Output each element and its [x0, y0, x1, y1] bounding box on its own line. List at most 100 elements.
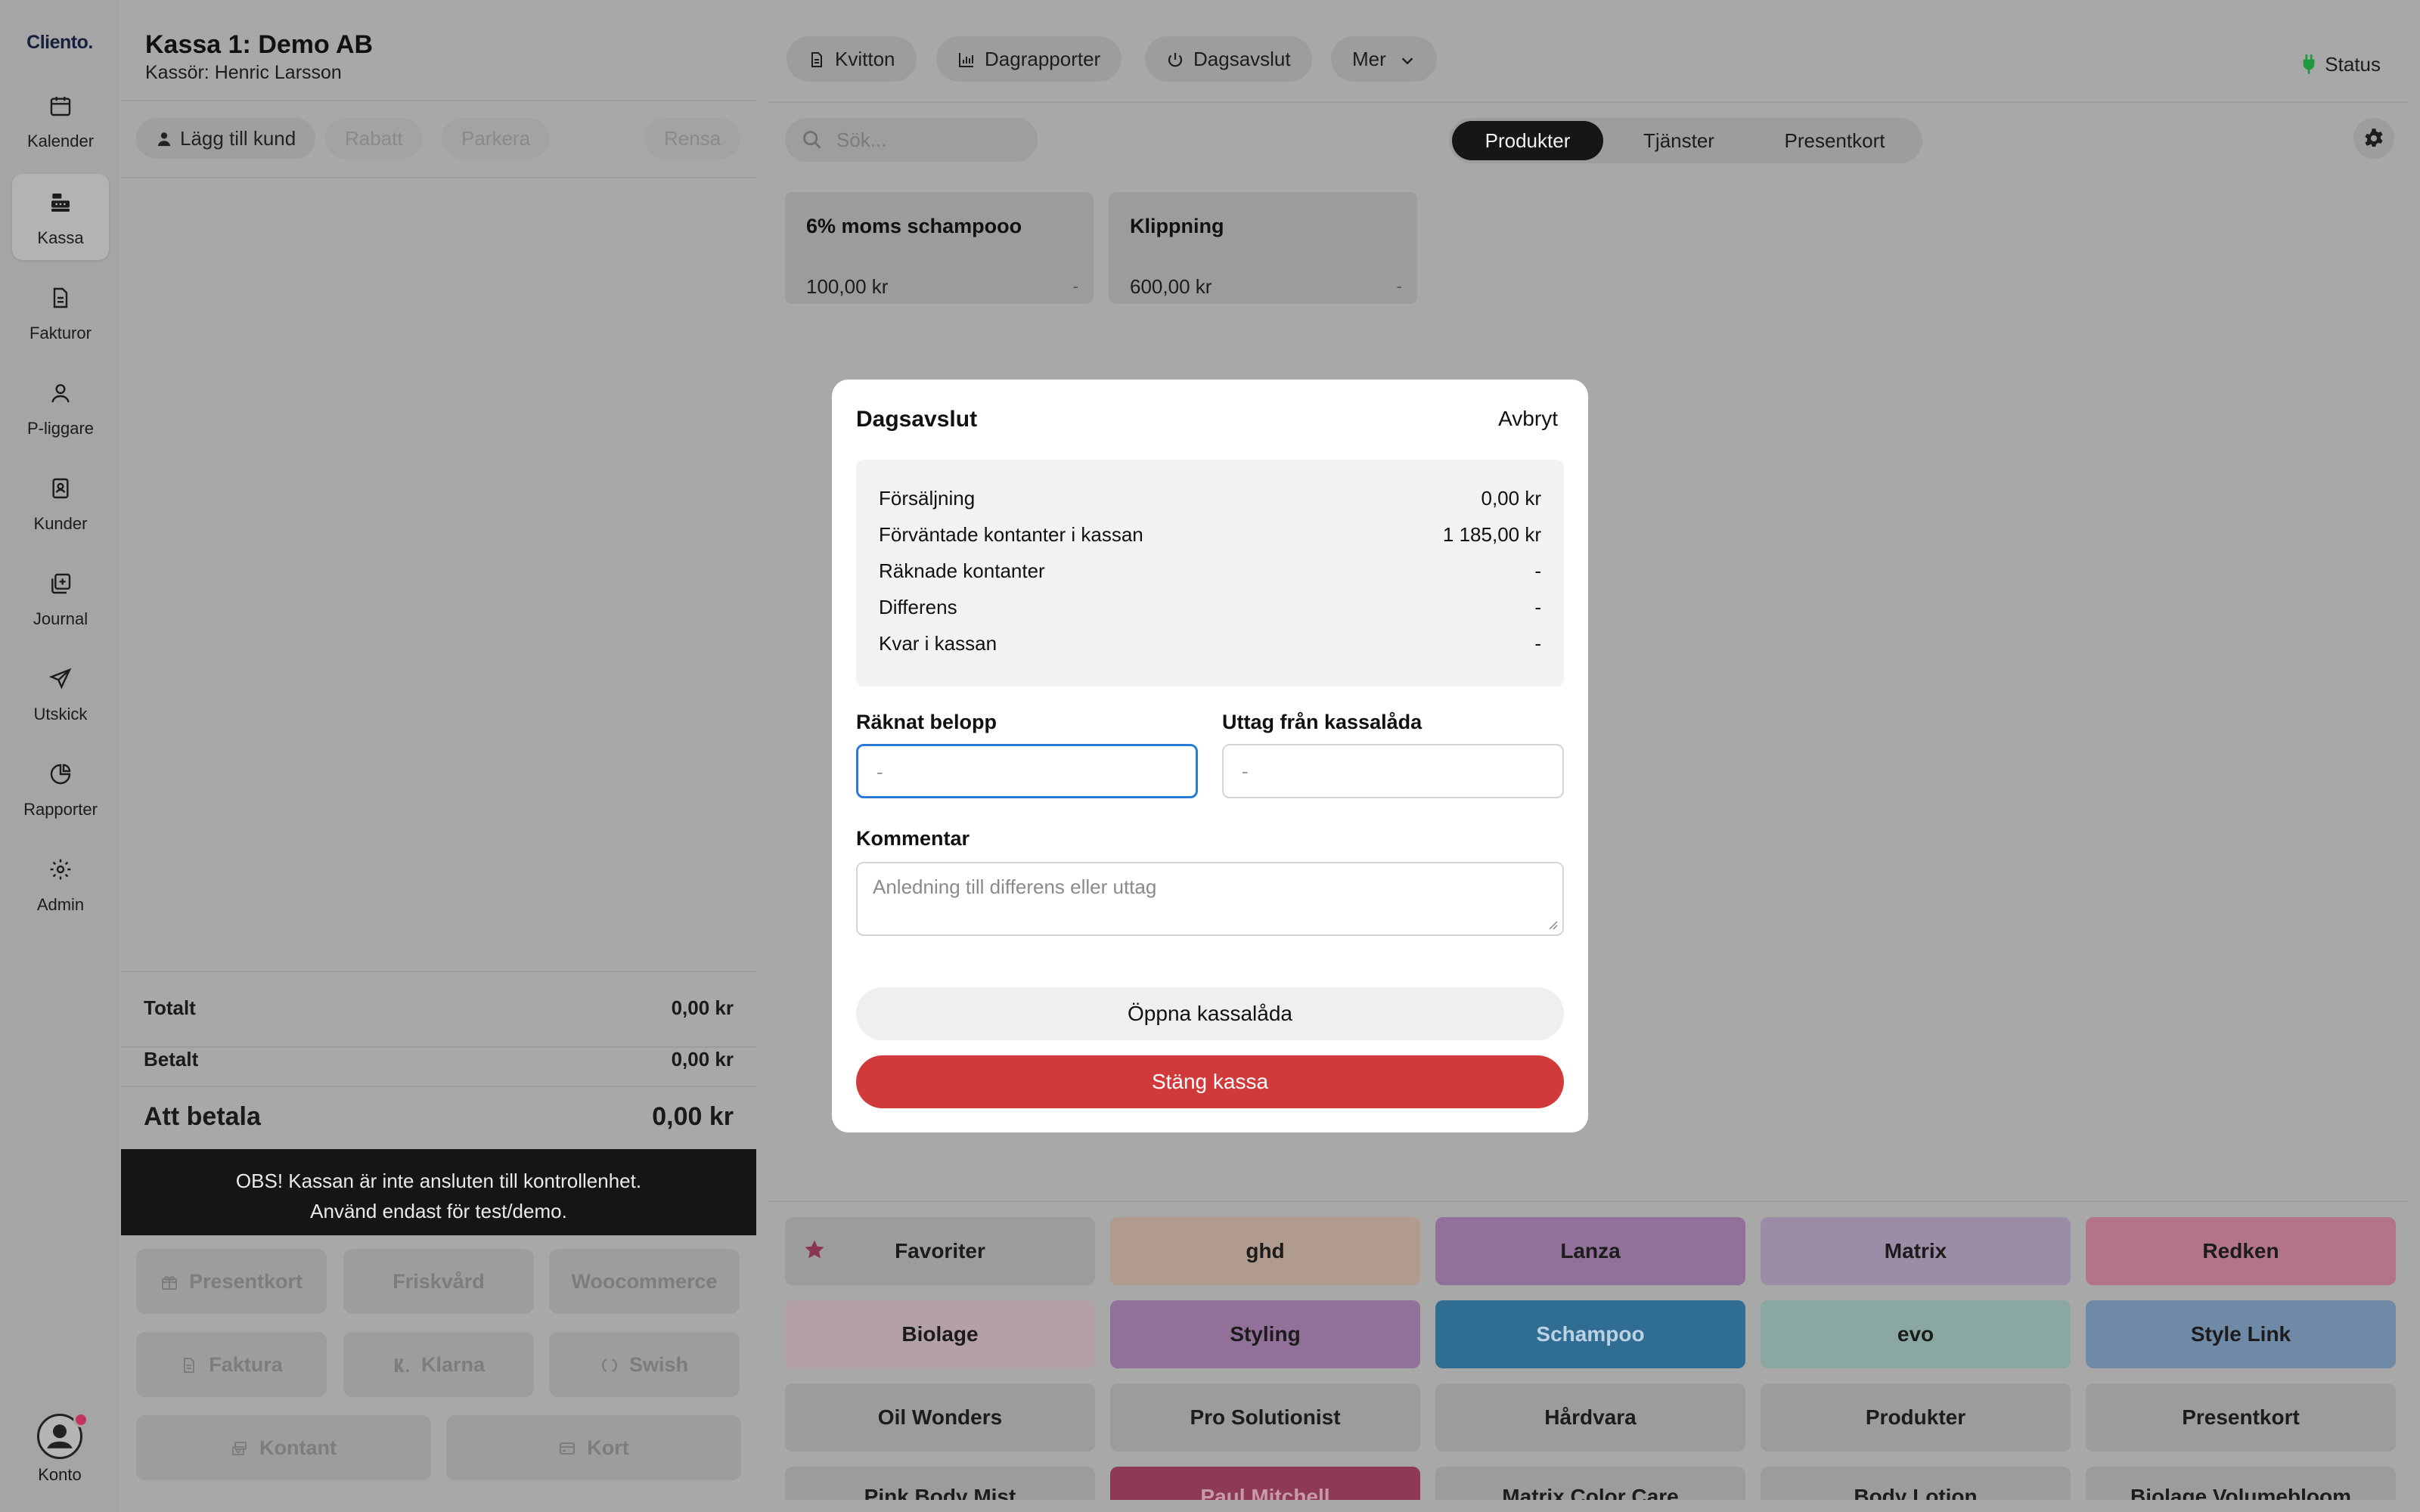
resize-handle-icon[interactable] [1547, 919, 1558, 930]
sidebar-item-fakturor[interactable]: Fakturor [12, 269, 109, 355]
category-lanza[interactable]: Lanza [1435, 1217, 1745, 1285]
product-card[interactable]: 6% moms schampooo 100,00 kr - [785, 192, 1094, 304]
sidebar-item-p-liggare[interactable]: P-liggare [12, 364, 109, 451]
category-redken[interactable]: Redken [2086, 1217, 2396, 1285]
gear-icon [2365, 129, 2383, 147]
sidebar-item-label: Kassa [37, 228, 84, 247]
divider [121, 177, 756, 178]
summary-label: Differens [879, 596, 957, 618]
clear-button[interactable]: Rensa [644, 118, 741, 159]
category-hardvara[interactable]: Hårdvara [1435, 1383, 1745, 1452]
category-oil-wonders[interactable]: Oil Wonders [785, 1383, 1095, 1452]
day-reports-button[interactable]: Dagrapporter [936, 36, 1122, 82]
close-register-button[interactable]: Stäng kassa [856, 1055, 1564, 1108]
add-customer-button[interactable]: Lägg till kund [136, 118, 316, 159]
sidebar-item-journal[interactable]: Journal [12, 555, 109, 641]
woocommerce-payment-button[interactable]: Woocommerce [549, 1249, 740, 1314]
park-button[interactable]: Parkera [442, 118, 551, 159]
document-icon [184, 1358, 195, 1373]
pie-chart-icon [50, 764, 71, 785]
summary-value: - [1534, 559, 1541, 582]
cashier-name: Kassör: Henric Larsson [145, 62, 342, 83]
giftcard-payment-button[interactable]: Presentkort [136, 1249, 327, 1314]
category-schampoo[interactable]: Schampoo [1435, 1300, 1745, 1368]
sidebar-item-utskick[interactable]: Utskick [12, 650, 109, 736]
control-unit-warning: OBS! Kassan är inte ansluten till kontro… [121, 1149, 756, 1235]
summary-value: - [1534, 632, 1541, 655]
category-produkter[interactable]: Produkter [1761, 1383, 2071, 1452]
open-drawer-button[interactable]: Öppna kassalåda [856, 987, 1564, 1040]
sidebar-item-rapporter[interactable]: Rapporter [12, 745, 109, 832]
sidebar-item-label: Kalender [26, 132, 95, 150]
day-close-label: Dagsavslut [1193, 48, 1291, 70]
product-price: 100,00 kr [806, 275, 889, 298]
category-style-link[interactable]: Style Link [2086, 1300, 2396, 1368]
tab-products[interactable]: Produkter [1452, 121, 1603, 160]
counted-amount-label: Räknat belopp [856, 711, 997, 733]
plug-icon [2303, 54, 2315, 74]
dialog-title: Dagsavslut [856, 407, 978, 432]
settings-button[interactable] [2353, 118, 2394, 159]
account-label: Konto [38, 1465, 82, 1484]
category-paul-mitchell[interactable]: Paul Mitchell [1110, 1467, 1420, 1500]
category-matrix-color-care[interactable]: Matrix Color Care [1435, 1467, 1745, 1500]
summary-label: Räknade kontanter [879, 559, 1045, 582]
summary-label: Försäljning [879, 487, 976, 510]
invoice-payment-button[interactable]: Faktura [136, 1332, 327, 1397]
swish-payment-button[interactable]: Swish [549, 1332, 740, 1397]
summary-label: Förväntade kontanter i kassan [879, 523, 1143, 546]
summary-row: Försäljning 0,00 kr [879, 487, 1541, 510]
category-pink-body-mist[interactable]: Pink Body Mist [785, 1467, 1095, 1500]
invoice-label: Faktura [209, 1353, 283, 1376]
sidebar-item-kunder[interactable]: Kunder [12, 460, 109, 546]
summary-value: - [1534, 596, 1541, 618]
card-payment-button[interactable]: Kort [446, 1415, 741, 1480]
cancel-button[interactable]: Avbryt [1498, 407, 1558, 431]
account-button[interactable]: Konto [0, 1406, 119, 1489]
category-presentkort[interactable]: Presentkort [2086, 1383, 2396, 1452]
credit-card-icon [560, 1442, 576, 1455]
search-input[interactable]: Sök... [785, 118, 1038, 162]
category-evo[interactable]: evo [1761, 1300, 2071, 1368]
comment-textarea[interactable]: Anledning till differens eller uttag [856, 862, 1564, 936]
sidebar-item-kalender[interactable]: Kalender [12, 77, 109, 163]
day-summary: Försäljning 0,00 kr Förväntade kontanter… [856, 460, 1564, 686]
power-icon [1168, 53, 1183, 67]
klarna-payment-button[interactable]: Klarna [343, 1332, 534, 1397]
tab-giftcards[interactable]: Presentkort [1754, 121, 1915, 160]
divider [768, 101, 2408, 103]
category-favoriter[interactable]: Favoriter [785, 1217, 1095, 1285]
cliento-logo[interactable]: Cliento. [0, 32, 119, 54]
product-extra: - [1072, 277, 1078, 296]
paid-value: 0,00 kr [671, 1048, 734, 1070]
withdrawal-input[interactable]: - [1222, 744, 1564, 798]
more-label: Mer [1352, 48, 1386, 70]
sidebar-item-label: Utskick [33, 705, 88, 723]
summary-row: Differens - [879, 596, 1541, 619]
category-biolage[interactable]: Biolage [785, 1300, 1095, 1368]
category-ghd[interactable]: ghd [1110, 1217, 1420, 1285]
wellness-payment-button[interactable]: Friskvård [343, 1249, 534, 1314]
category-body-lotion[interactable]: Body Lotion [1761, 1467, 2071, 1500]
more-menu-button[interactable]: Mer [1331, 36, 1438, 82]
sidebar-item-kassa[interactable]: Kassa [12, 174, 109, 260]
summary-value: 0,00 kr [1481, 487, 1542, 510]
category-matrix[interactable]: Matrix [1761, 1217, 2071, 1285]
receipts-button[interactable]: Kvitton [786, 36, 917, 82]
swish-icon [601, 1358, 618, 1373]
day-close-button[interactable]: Dagsavslut [1145, 36, 1312, 82]
counted-amount-input[interactable]: - [856, 744, 1198, 798]
tab-services[interactable]: Tjänster [1608, 121, 1750, 160]
category-pro-solutionist[interactable]: Pro Solutionist [1110, 1383, 1420, 1452]
category-styling[interactable]: Styling [1110, 1300, 1420, 1368]
summary-row: Räknade kontanter - [879, 559, 1541, 583]
category-biolage-volumebloom[interactable]: Biolage Volumebloom [2086, 1467, 2396, 1500]
sidebar-item-admin[interactable]: Admin [12, 841, 109, 927]
discount-button[interactable]: Rabatt [325, 118, 423, 159]
product-card[interactable]: Klippning 600,00 kr - [1109, 192, 1417, 304]
swish-label: Swish [628, 1353, 689, 1376]
cash-payment-button[interactable]: Kontant [136, 1415, 431, 1480]
contacts-icon [52, 478, 69, 499]
status-indicator[interactable]: Status [2301, 53, 2381, 76]
status-label: Status [2325, 53, 2381, 76]
